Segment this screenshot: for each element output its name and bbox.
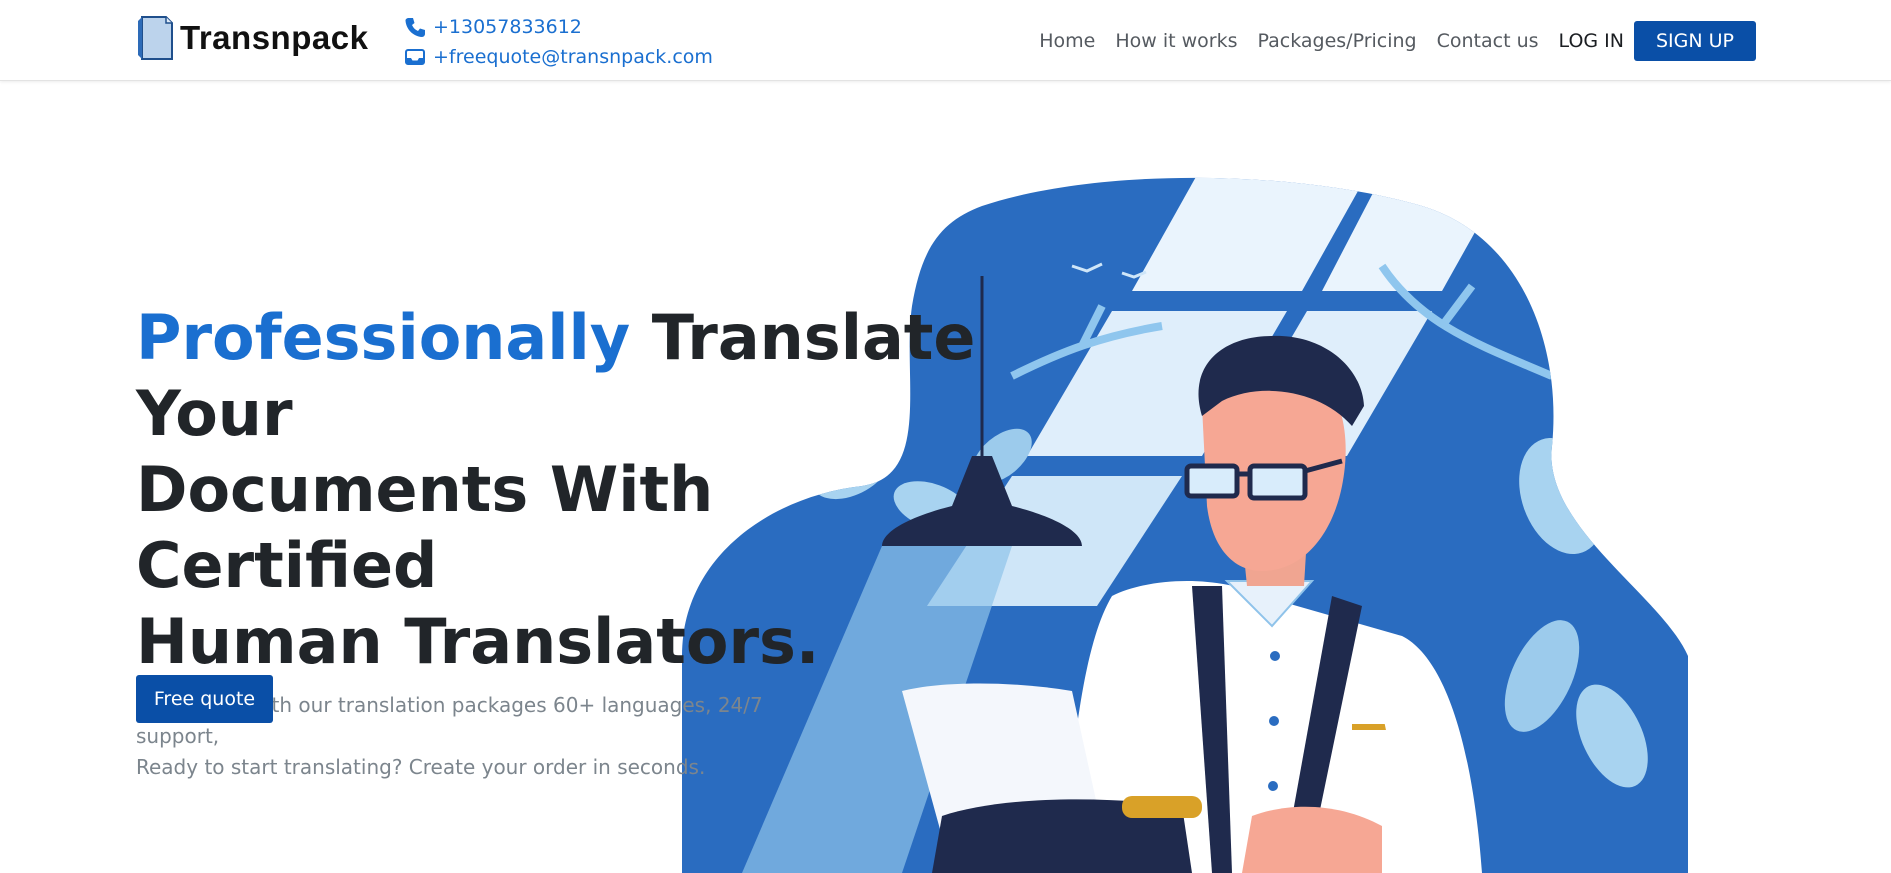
typewriter-knob bbox=[1122, 796, 1202, 818]
email-link[interactable]: +freequote@transnpack.com bbox=[405, 42, 713, 72]
nav-item-contact-us[interactable]: Contact us bbox=[1437, 30, 1539, 52]
contact-info: +13057833612 +freequote@transnpack.com bbox=[405, 12, 713, 72]
headline-accent: Professionally bbox=[136, 301, 631, 374]
brand-logo[interactable]: Transnpack bbox=[136, 15, 368, 61]
brand-name: Transnpack bbox=[180, 19, 369, 56]
phone-number: +13057833612 bbox=[433, 16, 582, 38]
nav-item-packages-pricing[interactable]: Packages/Pricing bbox=[1258, 30, 1417, 52]
email-address: +freequote@transnpack.com bbox=[433, 46, 713, 68]
main-nav: Home How it works Packages/Pricing Conta… bbox=[1039, 21, 1756, 61]
phone-link[interactable]: +13057833612 bbox=[405, 12, 713, 42]
hero-headline: Professionally Translate Your Documents … bbox=[136, 300, 1016, 680]
nav-item-how-it-works[interactable]: How it works bbox=[1115, 30, 1237, 52]
subtitle-line-2: Ready to start translating? Create your … bbox=[136, 755, 706, 779]
inbox-icon bbox=[405, 49, 425, 65]
nav-item-home[interactable]: Home bbox=[1039, 30, 1095, 52]
headline-line-2: Documents With Certified bbox=[136, 453, 714, 602]
phone-icon bbox=[405, 18, 425, 37]
document-icon bbox=[138, 16, 173, 60]
free-quote-button[interactable]: Free quote bbox=[136, 675, 273, 723]
login-link[interactable]: LOG IN bbox=[1559, 30, 1624, 52]
site-header: Transnpack +13057833612 +freequote@trans… bbox=[0, 0, 1891, 81]
signup-button[interactable]: SIGN UP bbox=[1633, 21, 1756, 61]
headline-line-3: Human Translators. bbox=[136, 605, 820, 678]
